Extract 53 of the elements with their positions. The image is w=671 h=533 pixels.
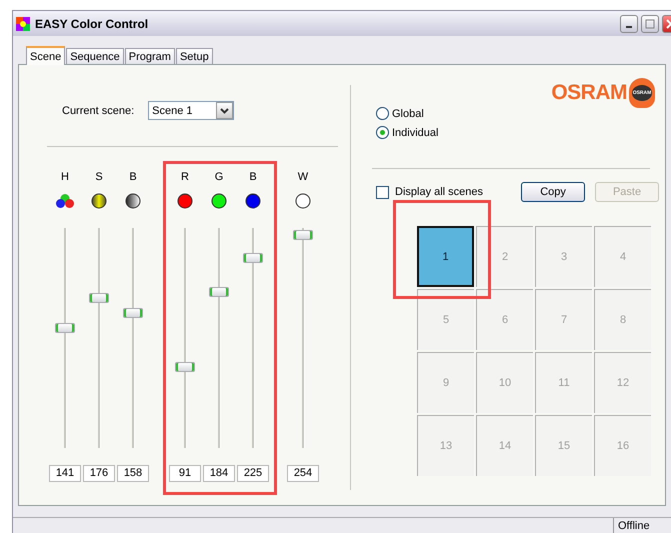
tab[interactable]: Program xyxy=(124,48,175,64)
radio-button[interactable]: Individual xyxy=(376,123,665,142)
slider-track[interactable] xyxy=(243,228,263,448)
slider-thumb[interactable] xyxy=(209,286,229,297)
tab[interactable]: Sequence xyxy=(66,48,124,64)
maximize-icon xyxy=(645,18,655,28)
caret-icon xyxy=(220,108,230,114)
slider-track[interactable] xyxy=(293,228,313,448)
slider-track[interactable] xyxy=(209,228,229,448)
value-field[interactable]: 91 xyxy=(169,465,201,482)
minimize-button[interactable] xyxy=(620,14,638,32)
value-field[interactable]: 225 xyxy=(237,465,269,482)
scene-tile[interactable]: 1 xyxy=(417,226,474,287)
tab[interactable]: Setup xyxy=(176,48,213,64)
slider-track[interactable] xyxy=(175,228,195,448)
value-field[interactable]: 184 xyxy=(203,465,235,482)
slider-thumb[interactable] xyxy=(89,293,109,304)
channel-dot-icon xyxy=(245,193,261,209)
field-label: Current scene: xyxy=(62,104,134,116)
slider-thumb[interactable] xyxy=(175,362,195,372)
slider-label: G xyxy=(214,170,224,184)
minimize-icon xyxy=(626,26,632,28)
slider-track[interactable] xyxy=(123,228,143,448)
slider-label: B xyxy=(249,170,257,184)
channel-dot-icon xyxy=(295,193,311,209)
slider-track[interactable] xyxy=(89,228,109,448)
hue-icon xyxy=(55,193,75,209)
channel-dot-icon xyxy=(211,193,227,209)
slider-thumb[interactable] xyxy=(123,308,143,318)
action-button[interactable]: Copy xyxy=(521,182,586,202)
scene-dropdown[interactable]: Scene 1 xyxy=(148,101,234,120)
value-field[interactable]: 254 xyxy=(287,465,319,482)
slider-label: H xyxy=(61,170,69,184)
value-field[interactable]: 158 xyxy=(117,465,149,482)
slider-thumb[interactable] xyxy=(293,230,313,240)
logo-text: OSRAM xyxy=(551,81,627,105)
slider-thumb[interactable] xyxy=(55,322,75,332)
saturation-icon xyxy=(91,193,107,209)
channel-dot-icon xyxy=(177,193,193,209)
slider-label: S xyxy=(95,170,103,184)
brightness-icon xyxy=(125,193,141,209)
slider-label: B xyxy=(129,170,137,184)
slider-track[interactable] xyxy=(55,228,75,448)
value-field[interactable]: 141 xyxy=(49,465,81,482)
tab[interactable]: Scene xyxy=(26,46,66,65)
slider-label: R xyxy=(181,170,189,184)
app-icon xyxy=(16,16,30,30)
slider-thumb[interactable] xyxy=(243,253,263,264)
window-title: EASY Color Control xyxy=(35,16,148,30)
checkbox[interactable]: Display all scenes xyxy=(376,182,484,202)
status-text: Offline xyxy=(613,518,671,533)
slider-label: W xyxy=(298,170,308,184)
value-field[interactable]: 176 xyxy=(83,465,115,482)
